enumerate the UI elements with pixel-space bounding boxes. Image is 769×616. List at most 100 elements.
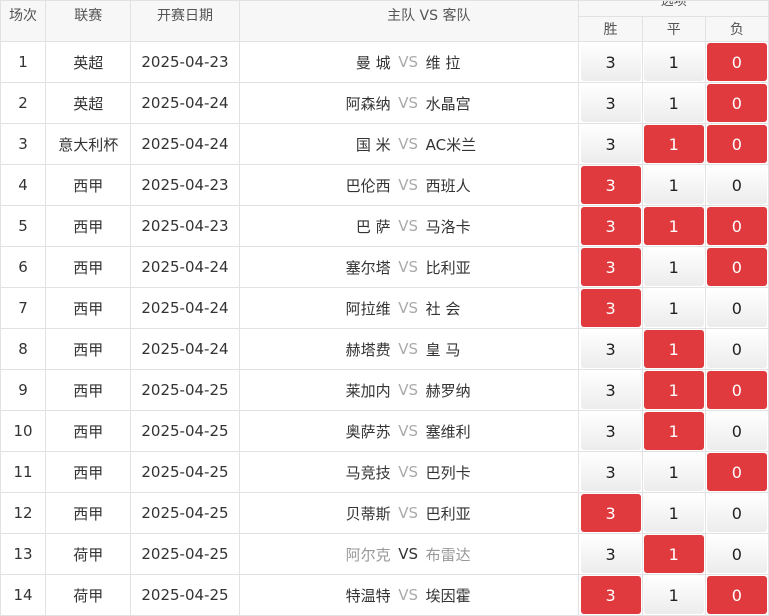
- match-index: 14: [0, 574, 47, 616]
- option-cell-lose: 0: [704, 492, 769, 534]
- option-lose-button[interactable]: 0: [706, 330, 767, 368]
- option-cell-draw: 1: [641, 41, 706, 83]
- league-name: 荷甲: [45, 574, 132, 616]
- option-lose-button[interactable]: 0: [706, 494, 767, 532]
- away-team: 水晶宫: [425, 94, 471, 113]
- option-draw-button[interactable]: 1: [643, 207, 704, 245]
- header-vs: VS: [419, 8, 439, 24]
- option-win-button[interactable]: 3: [580, 330, 641, 368]
- option-draw-button[interactable]: 1: [643, 330, 704, 368]
- league-name: 西甲: [45, 410, 132, 452]
- option-draw-button[interactable]: 1: [643, 576, 704, 614]
- table-row: 9 西甲 2025-04-25 莱加内 VS 赫罗纳 3 1 0: [0, 369, 769, 411]
- option-win-button[interactable]: 3: [580, 248, 641, 286]
- option-draw-button[interactable]: 1: [643, 166, 704, 204]
- option-cell-lose: 0: [704, 287, 769, 329]
- table-row: 13 荷甲 2025-04-25 阿尔克 VS 布雷达 3 1 0: [0, 533, 769, 575]
- option-draw-button[interactable]: 1: [643, 412, 704, 450]
- vs-label: VS: [398, 258, 418, 276]
- option-win-button[interactable]: 3: [580, 371, 641, 409]
- option-draw-button[interactable]: 1: [643, 494, 704, 532]
- option-lose-button[interactable]: 0: [706, 535, 767, 573]
- table-row: 14 荷甲 2025-04-25 特温特 VS 埃因霍 3 1 0: [0, 574, 769, 616]
- option-lose-button[interactable]: 0: [706, 84, 767, 122]
- option-win-button[interactable]: 3: [580, 207, 641, 245]
- match-date: 2025-04-24: [130, 328, 240, 370]
- option-lose-button[interactable]: 0: [706, 412, 767, 450]
- option-cell-lose: 0: [704, 41, 769, 83]
- away-team: 巴列卡: [425, 463, 471, 482]
- option-draw-button[interactable]: 1: [643, 84, 704, 122]
- option-win-button[interactable]: 3: [580, 166, 641, 204]
- option-draw-button[interactable]: 1: [643, 371, 704, 409]
- option-lose-button[interactable]: 0: [706, 289, 767, 327]
- option-win-button[interactable]: 3: [580, 412, 641, 450]
- option-win-button[interactable]: 3: [580, 84, 641, 122]
- league-name: 西甲: [45, 328, 132, 370]
- match-index: 7: [0, 287, 47, 329]
- match-index: 4: [0, 164, 47, 206]
- header-options: 选项: [578, 0, 769, 17]
- match-teams: 贝蒂斯 VS 巴利亚: [238, 492, 580, 534]
- match-date: 2025-04-25: [130, 451, 240, 493]
- option-lose-button[interactable]: 0: [706, 371, 767, 409]
- league-name: 荷甲: [45, 533, 132, 575]
- option-draw-button[interactable]: 1: [643, 453, 704, 491]
- home-team: 阿拉维: [345, 299, 391, 318]
- option-win-button[interactable]: 3: [580, 43, 641, 81]
- league-name: 英超: [45, 82, 132, 124]
- option-cell-lose: 0: [704, 369, 769, 411]
- option-cell-draw: 1: [641, 451, 706, 493]
- away-team: 塞维利: [425, 422, 471, 441]
- option-win-button[interactable]: 3: [580, 494, 641, 532]
- away-team: 赫罗纳: [425, 381, 471, 400]
- match-index: 11: [0, 451, 47, 493]
- home-team: 国 米: [355, 135, 391, 154]
- vs-label: VS: [398, 545, 418, 563]
- option-cell-win: 3: [578, 82, 643, 124]
- match-teams: 巴 萨 VS 马洛卡: [238, 205, 580, 247]
- option-cell-lose: 0: [704, 328, 769, 370]
- match-index: 5: [0, 205, 47, 247]
- match-index: 2: [0, 82, 47, 124]
- option-win-button[interactable]: 3: [580, 453, 641, 491]
- vs-label: VS: [398, 135, 418, 153]
- table-row: 6 西甲 2025-04-24 塞尔塔 VS 比利亚 3 1 0: [0, 246, 769, 288]
- home-team: 塞尔塔: [345, 258, 391, 277]
- option-cell-draw: 1: [641, 164, 706, 206]
- option-cell-draw: 1: [641, 205, 706, 247]
- match-teams: 奥萨苏 VS 塞维利: [238, 410, 580, 452]
- option-cell-win: 3: [578, 574, 643, 616]
- table-row: 10 西甲 2025-04-25 奥萨苏 VS 塞维利 3 1 0: [0, 410, 769, 452]
- option-lose-button[interactable]: 0: [706, 207, 767, 245]
- away-team: 比利亚: [425, 258, 471, 277]
- option-lose-button[interactable]: 0: [706, 453, 767, 491]
- match-table: 场次 联赛 开赛日期 主队 VS 客队 选项 胜 平 负 1 英超 2025-04-…: [0, 0, 769, 616]
- option-cell-lose: 0: [704, 164, 769, 206]
- header-draw: 平: [641, 16, 706, 42]
- match-index: 12: [0, 492, 47, 534]
- option-win-button[interactable]: 3: [580, 289, 641, 327]
- vs-label: VS: [398, 381, 418, 399]
- league-name: 西甲: [45, 369, 132, 411]
- option-win-button[interactable]: 3: [580, 576, 641, 614]
- match-index: 8: [0, 328, 47, 370]
- option-lose-button[interactable]: 0: [706, 248, 767, 286]
- option-lose-button[interactable]: 0: [706, 576, 767, 614]
- home-team: 贝蒂斯: [345, 504, 391, 523]
- header-home: 主队: [387, 8, 416, 24]
- option-lose-button[interactable]: 0: [706, 166, 767, 204]
- match-teams: 阿森纳 VS 水晶宫: [238, 82, 580, 124]
- option-win-button[interactable]: 3: [580, 535, 641, 573]
- option-cell-lose: 0: [704, 410, 769, 452]
- option-draw-button[interactable]: 1: [643, 248, 704, 286]
- match-teams: 巴伦西 VS 西班人: [238, 164, 580, 206]
- match-date: 2025-04-24: [130, 287, 240, 329]
- option-lose-button[interactable]: 0: [706, 125, 767, 163]
- option-draw-button[interactable]: 1: [643, 289, 704, 327]
- option-lose-button[interactable]: 0: [706, 43, 767, 81]
- option-draw-button[interactable]: 1: [643, 43, 704, 81]
- option-draw-button[interactable]: 1: [643, 535, 704, 573]
- option-draw-button[interactable]: 1: [643, 125, 704, 163]
- option-win-button[interactable]: 3: [580, 125, 641, 163]
